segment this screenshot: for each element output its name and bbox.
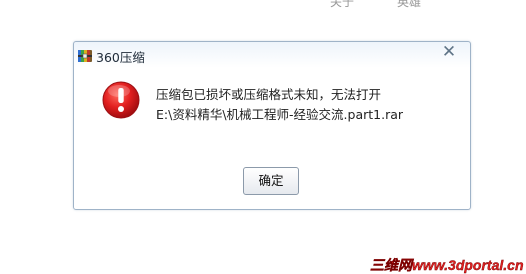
- error-icon: [101, 80, 141, 120]
- watermark-text: 三维网www.3dportal.cn: [370, 257, 524, 273]
- archive-app-icon: [78, 48, 92, 62]
- screen: 关于 英雄 360压缩 ✕ 压缩包已损坏或压缩格式未知，无法打开 E:\资料精华…: [0, 0, 526, 274]
- dialog-titlebar[interactable]: 360压缩 ✕: [74, 42, 470, 68]
- error-dialog: 360压缩 ✕ 压缩包已损坏或压缩格式未知，无法打开 E:\资料精华\机械工程师: [73, 41, 471, 210]
- site-watermark: 三维网www.3dportal.cn: [370, 257, 524, 273]
- close-icon[interactable]: ✕: [440, 43, 458, 61]
- error-message: 压缩包已损坏或压缩格式未知，无法打开: [156, 87, 382, 102]
- dialog-title: 360压缩: [96, 50, 145, 65]
- background-text-fragment: 关于: [330, 0, 355, 9]
- file-path: E:\资料精华\机械工程师-经验交流.part1.rar: [156, 107, 404, 122]
- ok-button[interactable]: 确定: [243, 167, 299, 195]
- background-text-fragment: 英雄: [397, 0, 422, 9]
